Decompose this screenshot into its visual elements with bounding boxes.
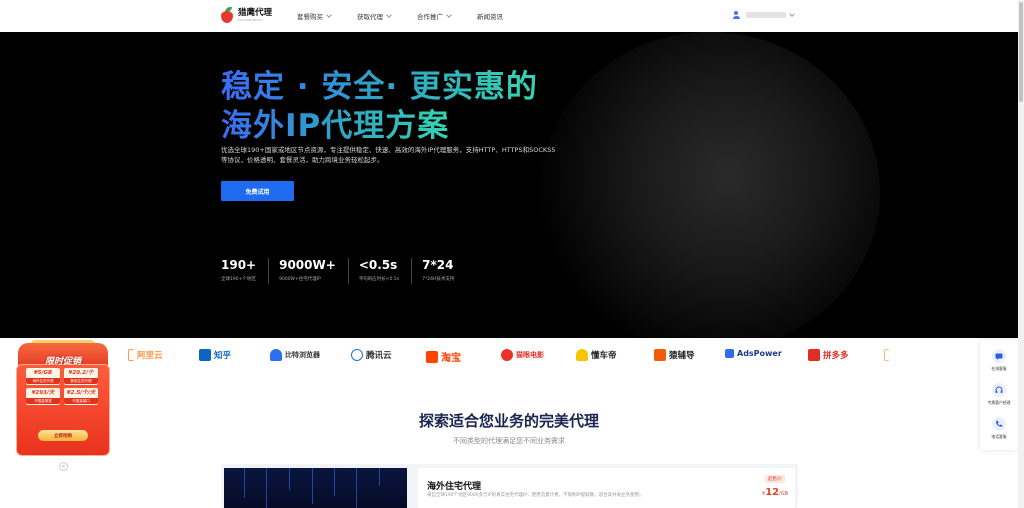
partner-taobao: 淘宝 <box>426 349 461 364</box>
product-card-description: 来自全球190个地区9000多万IP的真实住宅代理IP，使用流量计费，不限制IP… <box>427 493 644 498</box>
phone-icon <box>992 417 1006 431</box>
promo-item[interactable]: ¥20.2/个 静态住宅代理 <box>64 368 98 385</box>
user-menu[interactable] <box>732 11 795 19</box>
online-support-button[interactable]: 在线客服 <box>980 349 1018 372</box>
product-card-image <box>224 468 407 508</box>
site-logo[interactable]: 猎鹰代理 FALCON PROXY <box>221 7 272 24</box>
contact-float-bar: 在线客服 专属客户经理 电话客服 <box>980 340 1018 450</box>
stat-regions: 190+ 全球190+个地区 <box>221 258 270 284</box>
section-title: 探索适合您业务的完美代理 <box>418 412 599 430</box>
partner-adspower: AdsPower <box>725 349 782 358</box>
partner-tencent-cloud: 腾讯云 <box>351 349 392 361</box>
partner-bitbrowser: 比特浏览器 <box>270 349 320 361</box>
hero-glow-decoration <box>540 32 880 338</box>
promo-title: 限时促销 <box>44 357 81 367</box>
user-icon <box>732 11 740 19</box>
stat-support: 7*24 7*24H技术支持 <box>422 258 455 282</box>
chevron-down-icon <box>789 11 795 17</box>
stat-latency: <0.5s 平均响应时长<0.5s <box>359 258 413 284</box>
maoyan-icon <box>501 349 513 361</box>
nav-item-get-proxy[interactable]: 获取代理 <box>357 11 392 21</box>
pinduoduo-icon <box>808 349 820 361</box>
aliyun-icon <box>128 349 134 361</box>
dongchedi-icon <box>576 349 588 361</box>
nav-item-packages[interactable]: 套餐购买 <box>297 11 332 21</box>
hero-stats: 190+ 全球190+个地区 9000W+ 9000W+住宅代理IP <0.5s 平均… <box>221 258 476 284</box>
top-header: 猎鹰代理 FALCON PROXY 套餐购买 获取代理 合作推广 新闻资讯 <box>0 0 1018 32</box>
starting-price-badge: 起售价 <box>765 475 785 483</box>
yuanfudao-icon <box>654 349 666 361</box>
partner-maoyan: 猫眼电影 <box>501 349 544 361</box>
aliyun-icon <box>884 349 889 361</box>
chevron-down-icon <box>326 12 332 18</box>
promo-item[interactable]: ¥2.5/个/天 不限量端口 <box>64 388 98 405</box>
headset-icon <box>992 383 1006 397</box>
nav-item-partnership[interactable]: 合作推广 <box>417 11 452 21</box>
user-name-redacted <box>746 12 786 18</box>
partner-logos: 阿里云 知乎 比特浏览器 腾讯云 淘宝 猫眼电影 懂车帝 猿辅导 AdsPowe… <box>0 338 1018 374</box>
bitbrowser-icon <box>270 349 282 361</box>
partner-pinduoduo: 拼多多 <box>808 349 849 361</box>
chevron-down-icon <box>386 12 392 18</box>
nav-item-news[interactable]: 新闻资讯 <box>477 11 503 21</box>
promo-widget[interactable]: 限时促销 ¥5/GB 海外住宅代理 ¥20.2/个 静态住宅代理 ¥293/天 不限量… <box>14 340 112 458</box>
logo-name: 猎鹰代理 <box>238 7 273 18</box>
hero-description: 优选全球190+国家或地区节点资源，专注提供稳定、快速、高效的海外IP代理服务，… <box>221 146 556 164</box>
stat-ips: 9000W+ 9000W+住宅代理IP <box>279 258 349 284</box>
promo-item[interactable]: ¥293/天 不限量带宽 <box>26 388 60 405</box>
chat-icon <box>992 349 1006 363</box>
promo-buy-button[interactable]: 立即抢购 <box>38 430 88 441</box>
partner-yuanfudao: 猿辅导 <box>654 349 695 361</box>
adspower-icon <box>725 349 734 358</box>
account-manager-button[interactable]: 专属客户经理 <box>980 383 1018 406</box>
logo-icon <box>221 7 234 24</box>
zhihu-icon <box>199 349 211 361</box>
partner-aliyun: 阿里云 <box>128 349 163 361</box>
partner-zhihu: 知乎 <box>199 349 231 361</box>
hero-title-line1: 稳定 · 安全· 更实惠的 <box>221 69 538 105</box>
promo-item[interactable]: ¥5/GB 海外住宅代理 <box>26 368 60 385</box>
partner-dongchedi: 懂车帝 <box>576 349 617 361</box>
section-subtitle: 不同类型的代理满足您不同业务需求 <box>453 437 565 445</box>
logo-subtitle: FALCON PROXY <box>238 18 264 23</box>
page-scrollbar[interactable] <box>1018 0 1024 508</box>
tencent-cloud-icon <box>351 349 363 361</box>
product-card-price: ¥12/GB <box>762 487 789 498</box>
scrollbar-thumb[interactable] <box>1019 2 1023 102</box>
promo-grid: ¥5/GB 海外住宅代理 ¥20.2/个 静态住宅代理 ¥293/天 不限量带宽 ¥2… <box>26 368 100 405</box>
partner-partial <box>884 349 892 361</box>
free-trial-button[interactable]: 免费试用 <box>221 181 294 201</box>
promo-close-icon[interactable]: × <box>59 462 68 471</box>
phone-support-button[interactable]: 电话客服 <box>980 417 1018 440</box>
hero-title-line2: 海外IP代理方案 <box>221 108 450 144</box>
hero-banner: 稳定 · 安全· 更实惠的 海外IP代理方案 优选全球190+国家或地区节点资源… <box>0 32 1018 338</box>
taobao-icon <box>426 350 438 363</box>
main-nav: 套餐购买 获取代理 合作推广 新闻资讯 <box>297 11 529 21</box>
chevron-down-icon <box>446 12 452 18</box>
product-card-title: 海外住宅代理 <box>427 482 482 492</box>
